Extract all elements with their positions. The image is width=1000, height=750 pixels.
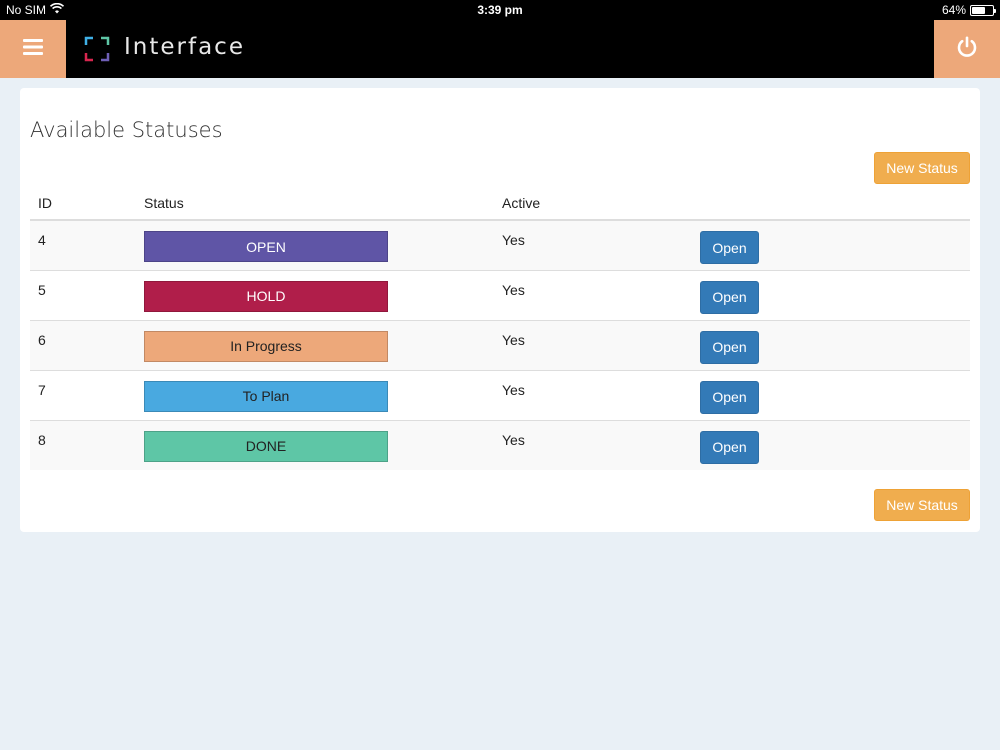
status-pill: To Plan xyxy=(144,380,388,412)
statuses-table: ID Status Active 4 OPEN Yes Open 5 HOLD … xyxy=(30,189,970,470)
battery-percent: 64% xyxy=(941,3,966,17)
row-status-cell: To Plan xyxy=(136,369,494,420)
row-id: 4 xyxy=(30,220,136,270)
row-active: Yes xyxy=(494,220,692,270)
row-actions: Open xyxy=(692,220,970,270)
table-row: 8 DONE Yes Open xyxy=(30,419,970,470)
open-status-button[interactable]: Open xyxy=(700,330,759,364)
row-active: Yes xyxy=(494,369,692,420)
row-actions: Open xyxy=(692,269,970,320)
open-status-button[interactable]: Open xyxy=(700,430,759,464)
row-id: 6 xyxy=(30,319,136,370)
row-actions: Open xyxy=(692,419,970,470)
power-icon xyxy=(956,35,978,63)
clock: 3:39 pm xyxy=(477,3,523,17)
table-row: 6 In Progress Yes Open xyxy=(30,319,970,370)
column-header-actions xyxy=(692,189,970,221)
table-header-row: ID Status Active xyxy=(30,189,970,221)
app-title: Interface xyxy=(124,34,245,60)
column-header-active: Active xyxy=(494,189,692,221)
interface-logo-icon xyxy=(84,36,110,62)
column-header-status: Status xyxy=(136,189,494,221)
row-status-cell: DONE xyxy=(136,419,494,470)
column-header-id: ID xyxy=(30,189,136,221)
table-row: 4 OPEN Yes Open xyxy=(30,220,970,270)
row-actions: Open xyxy=(692,319,970,370)
app-header: Interface xyxy=(0,20,1000,78)
table-row: 5 HOLD Yes Open xyxy=(30,269,970,320)
ios-status-bar: No SIM 3:39 pm 64% xyxy=(0,0,1000,20)
open-status-button[interactable]: Open xyxy=(700,380,759,414)
open-status-button[interactable]: Open xyxy=(700,280,759,314)
row-id: 5 xyxy=(30,269,136,320)
open-status-button[interactable]: Open xyxy=(700,231,759,264)
row-id: 7 xyxy=(30,369,136,420)
row-status-cell: In Progress xyxy=(136,319,494,370)
status-pill: HOLD xyxy=(144,280,388,312)
row-active: Yes xyxy=(494,269,692,320)
status-pill: In Progress xyxy=(144,330,388,362)
row-status-cell: OPEN xyxy=(136,220,494,270)
status-pill: DONE xyxy=(144,430,388,462)
hamburger-menu-icon xyxy=(22,38,44,61)
row-actions: Open xyxy=(692,369,970,420)
new-status-button-top[interactable]: New Status xyxy=(874,152,970,184)
row-active: Yes xyxy=(494,319,692,370)
page-title: Available Statuses xyxy=(30,118,223,142)
row-status-cell: HOLD xyxy=(136,269,494,320)
battery-fill xyxy=(972,6,985,14)
statuses-panel: Available Statuses New Status ID Status … xyxy=(20,88,980,532)
battery-icon xyxy=(970,4,996,16)
status-pill: OPEN xyxy=(144,231,388,262)
row-id: 8 xyxy=(30,419,136,470)
new-status-button-bottom[interactable]: New Status xyxy=(874,489,970,521)
table-row: 7 To Plan Yes Open xyxy=(30,369,970,420)
status-bar-right: 64% xyxy=(941,3,996,17)
menu-button[interactable] xyxy=(0,20,66,78)
row-active: Yes xyxy=(494,419,692,470)
logout-button[interactable] xyxy=(934,20,1000,78)
